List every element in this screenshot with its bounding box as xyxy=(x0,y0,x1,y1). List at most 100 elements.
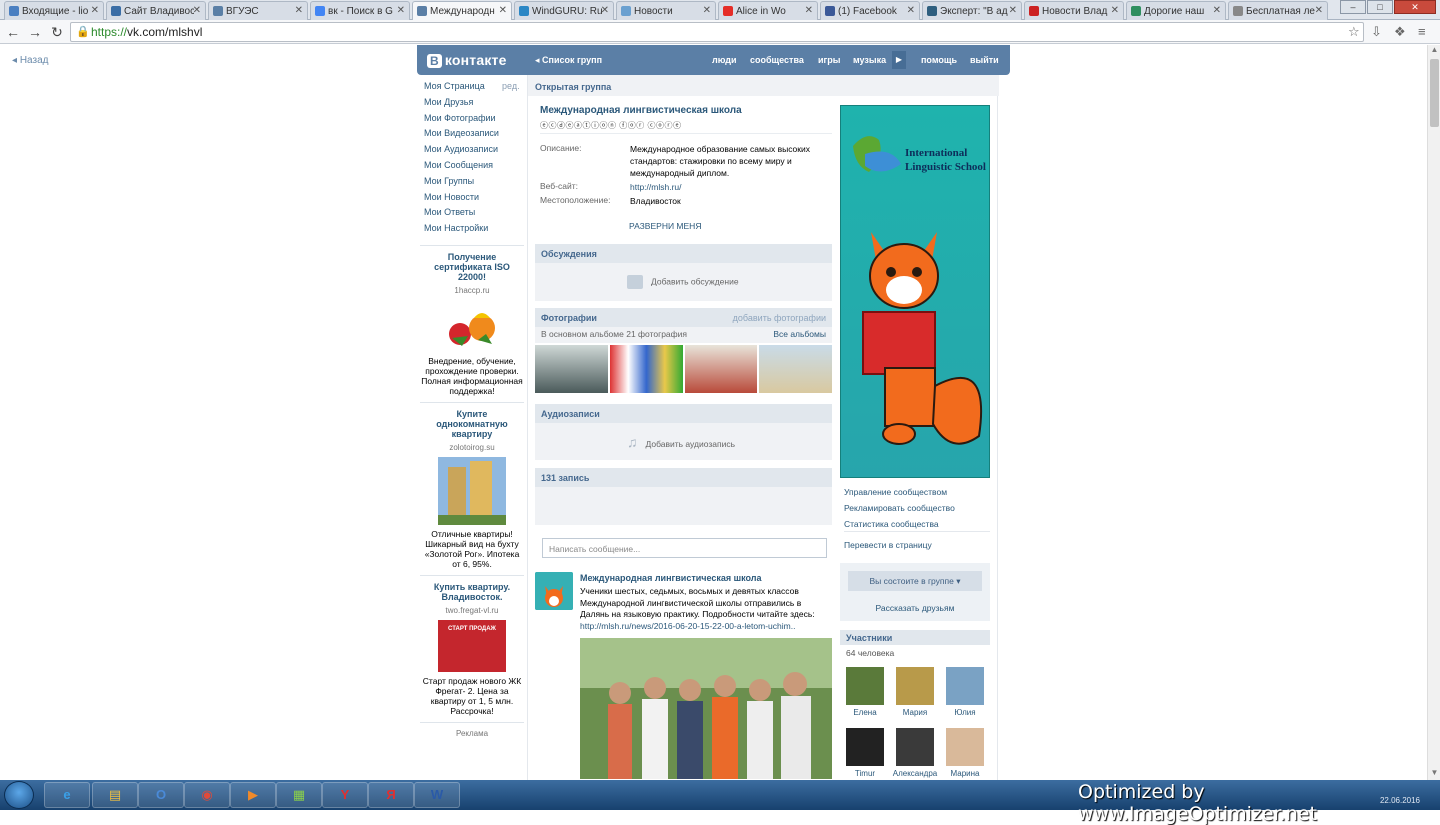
menu-my-videos[interactable]: Мои Видеозаписи xyxy=(420,128,524,144)
member-item[interactable]: Timur xyxy=(845,728,885,778)
menu-my-audio[interactable]: Мои Аудиозаписи xyxy=(420,144,524,160)
browser-tab[interactable]: Сайт Владивос ✕ xyxy=(106,1,206,20)
advertise-community-link[interactable]: Рекламировать сообщество xyxy=(844,503,955,513)
member-item[interactable]: Елена xyxy=(845,667,885,717)
photo-thumbnail[interactable] xyxy=(684,345,758,393)
expand-info-link[interactable]: РАЗВЕРНИ МЕНЯ xyxy=(629,221,701,231)
all-albums-link[interactable]: Все альбомы xyxy=(773,329,826,339)
group-list-link[interactable]: ◂ Список групп xyxy=(535,55,602,66)
menu-my-photos[interactable]: Мои Фотографии xyxy=(420,113,524,129)
membership-dropdown[interactable]: Вы состоите в группе ▾ xyxy=(848,571,982,591)
vk-logo[interactable]: Вконтакте xyxy=(427,52,507,68)
ad-block[interactable]: Купите однокомнатную квартиру zolotoirog… xyxy=(420,409,524,569)
yandex-icon[interactable]: Я xyxy=(368,782,414,808)
nav-people[interactable]: люди xyxy=(712,55,737,65)
ie-icon[interactable]: e xyxy=(44,782,90,808)
photos-header[interactable]: Фотографии добавить фотографии xyxy=(535,308,832,327)
members-header[interactable]: Участники xyxy=(840,630,990,645)
convert-to-page-link[interactable]: Перевести в страницу xyxy=(844,540,932,550)
start-button[interactable] xyxy=(4,781,34,809)
scroll-up-icon[interactable]: ▲ xyxy=(1428,45,1440,57)
url-field[interactable]: 🔒 https://vk.com/mlshvl xyxy=(70,22,1364,42)
community-stats-link[interactable]: Статистика сообщества xyxy=(844,519,939,529)
nav-music[interactable]: музыка xyxy=(853,55,886,65)
chrome-icon[interactable]: ◉ xyxy=(184,782,230,808)
back-arrow-icon[interactable]: ← xyxy=(4,23,22,41)
tab-close-icon[interactable]: ✕ xyxy=(1009,5,1017,16)
group-poster[interactable]: International Linguistic School xyxy=(840,105,990,478)
ad-block[interactable]: Получение сертификата ISO 22000! 1haccp.… xyxy=(420,252,524,396)
tab-close-icon[interactable]: ✕ xyxy=(907,5,915,16)
member-item[interactable]: Александра xyxy=(892,728,938,778)
ad-title[interactable]: Получение сертификата ISO 22000! xyxy=(420,252,524,282)
ad-title[interactable]: Купить квартиру. Владивосток. xyxy=(420,582,524,602)
photo-thumbnail[interactable] xyxy=(759,345,832,393)
nav-games[interactable]: игры xyxy=(818,55,840,65)
menu-my-settings[interactable]: Мои Настройки xyxy=(420,223,524,239)
tab-close-icon[interactable]: ✕ xyxy=(499,5,507,16)
post-author-avatar[interactable] xyxy=(535,572,573,610)
tab-close-icon[interactable]: ✕ xyxy=(397,5,405,16)
browser-tab[interactable]: Дорогие наш ✕ xyxy=(1126,1,1226,20)
browser-tab[interactable]: Входящие - lio ✕ xyxy=(4,1,104,20)
tab-close-icon[interactable]: ✕ xyxy=(805,5,813,16)
tell-friends-link[interactable]: Рассказать друзьям xyxy=(840,603,990,613)
ad-image-building[interactable] xyxy=(438,456,506,525)
tab-close-icon[interactable]: ✕ xyxy=(703,5,711,16)
member-item[interactable]: Марина xyxy=(945,728,985,778)
outlook-icon[interactable]: O xyxy=(138,782,184,808)
menu-my-friends[interactable]: Мои Друзья xyxy=(420,97,524,113)
browser-tab[interactable]: Новости ✕ xyxy=(616,1,716,20)
explorer-icon[interactable]: ▤ xyxy=(92,782,138,808)
extension-icon[interactable]: ❖ xyxy=(1394,24,1406,40)
download-icon[interactable]: ⇩ xyxy=(1371,24,1382,40)
member-item[interactable]: Мария xyxy=(895,667,935,717)
member-item[interactable]: Юлия xyxy=(945,667,985,717)
tab-close-icon[interactable]: ✕ xyxy=(601,5,609,16)
media-player-icon[interactable]: ▶ xyxy=(230,782,276,808)
menu-my-groups[interactable]: Мои Группы xyxy=(420,176,524,192)
tab-close-icon[interactable]: ✕ xyxy=(193,5,201,16)
tab-close-icon[interactable]: ✕ xyxy=(1111,5,1119,16)
browser-tab[interactable]: Бесплатная ле ✕ xyxy=(1228,1,1328,20)
star-icon[interactable]: ☆ xyxy=(1348,24,1360,40)
tab-close-icon[interactable]: ✕ xyxy=(295,5,303,16)
yandex-browser-icon[interactable]: Y xyxy=(322,782,368,808)
post-author-name[interactable]: Международная лингвистическая школа xyxy=(580,573,762,583)
ad-title[interactable]: Купите однокомнатную квартиру xyxy=(420,409,524,439)
menu-my-news[interactable]: Мои Новости xyxy=(420,192,524,208)
nav-communities[interactable]: сообщества xyxy=(750,55,804,65)
photo-thumbnail[interactable] xyxy=(609,345,683,393)
ad-image-fruit[interactable] xyxy=(438,300,506,352)
browser-tab[interactable]: WindGURU: Ru ✕ xyxy=(514,1,614,20)
tab-close-icon[interactable]: ✕ xyxy=(1315,5,1323,16)
add-photos-link[interactable]: добавить фотографии xyxy=(733,313,826,323)
wall-post-input[interactable]: Написать сообщение... xyxy=(542,538,827,558)
apps-grid-icon[interactable]: ▦ xyxy=(276,782,322,808)
browser-tab[interactable]: Alice in Wo ✕ xyxy=(718,1,818,20)
ad-block[interactable]: Купить квартиру. Владивосток. two.fregat… xyxy=(420,582,524,716)
ad-image-banner[interactable]: СТАРТ ПРОДАЖ xyxy=(438,619,506,672)
forward-arrow-icon[interactable]: → xyxy=(26,23,44,41)
minimize-button[interactable]: – xyxy=(1340,0,1366,14)
edit-menu-link[interactable]: ред. xyxy=(502,81,520,91)
tab-close-icon[interactable]: ✕ xyxy=(1213,5,1221,16)
post-link[interactable]: http://mlsh.ru/news/2016-06-20-15-22-00-… xyxy=(580,621,795,631)
menu-my-messages[interactable]: Мои Сообщения xyxy=(420,160,524,176)
menu-icon[interactable]: ≡ xyxy=(1418,24,1426,39)
back-link[interactable]: ◂ Назад xyxy=(12,55,48,66)
browser-tab[interactable]: Новости Влад ✕ xyxy=(1024,1,1124,20)
post-photo[interactable] xyxy=(580,638,832,779)
manage-community-link[interactable]: Управление сообществом xyxy=(844,487,947,497)
browser-tab[interactable]: Международн ✕ xyxy=(412,1,512,21)
browser-tab[interactable]: Эксперт: "В ад ✕ xyxy=(922,1,1022,20)
audio-header[interactable]: Аудиозаписи xyxy=(535,404,832,423)
reload-icon[interactable]: ↻ xyxy=(48,23,66,41)
maximize-button[interactable]: □ xyxy=(1367,0,1393,14)
menu-my-answers[interactable]: Мои Ответы xyxy=(420,207,524,223)
nav-logout[interactable]: выйти xyxy=(970,55,999,65)
close-window-button[interactable]: ✕ xyxy=(1394,0,1436,14)
nav-help[interactable]: помощь xyxy=(921,55,957,65)
discussions-header[interactable]: Обсуждения xyxy=(535,244,832,263)
tab-close-icon[interactable]: ✕ xyxy=(91,5,99,16)
